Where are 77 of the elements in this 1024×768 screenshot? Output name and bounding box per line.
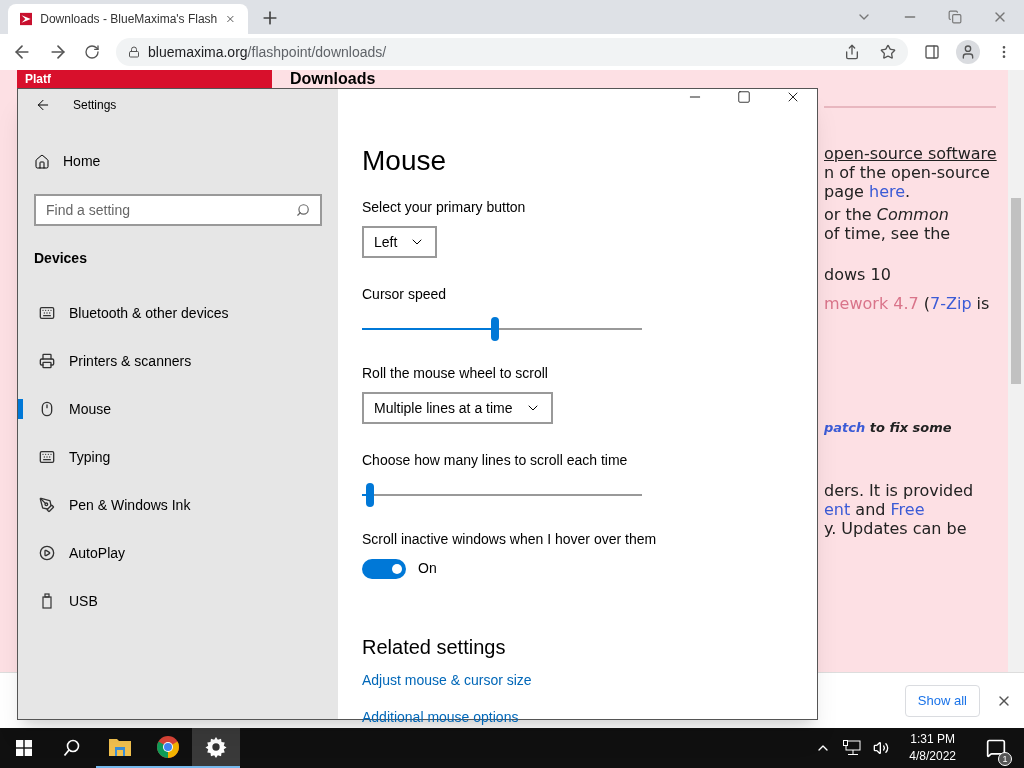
- page-sidebar-header: Platf: [17, 70, 272, 88]
- nav-item[interactable]: USB: [18, 591, 338, 611]
- slider-thumb[interactable]: [491, 317, 499, 341]
- page-text: of time, see the: [824, 224, 952, 243]
- setting-label: Choose how many lines to scroll each time: [362, 451, 629, 470]
- maximize-icon[interactable]: [737, 90, 751, 104]
- slider[interactable]: [362, 317, 642, 341]
- search-icon: [63, 739, 81, 757]
- section-title: Related settings: [362, 635, 507, 660]
- notification-badge: 1: [998, 752, 1012, 766]
- clock[interactable]: 1:31 PM 4/8/2022: [901, 731, 964, 765]
- profile-avatar[interactable]: [956, 40, 980, 64]
- usb-drive-icon: [42, 593, 52, 609]
- notification-icon[interactable]: [986, 738, 1006, 758]
- keyboard-icon: [39, 305, 55, 321]
- link[interactable]: Adjust mouse & cursor size: [362, 672, 817, 688]
- page-title: Mouse: [362, 144, 448, 178]
- address-bar[interactable]: bluemaxima.org/flashpoint/downloads/: [116, 38, 908, 66]
- nav-item[interactable]: AutoPlay: [18, 543, 338, 563]
- section-heading: Devices: [33, 249, 88, 268]
- back-icon[interactable]: [35, 97, 51, 113]
- page-text: patch to fix some: [824, 419, 953, 437]
- slider[interactable]: [362, 483, 642, 507]
- home-icon: [34, 153, 50, 170]
- nav-item[interactable]: Bluetooth & other devices: [18, 303, 338, 323]
- mouse-icon: [39, 401, 55, 417]
- url-text: bluemaxima.org/flashpoint/downloads/: [148, 42, 387, 62]
- printer-icon: [39, 353, 55, 369]
- window-title: Settings: [73, 97, 117, 114]
- restore-icon[interactable]: [948, 10, 962, 24]
- play-icon: [39, 545, 55, 561]
- setting-label: Roll the mouse wheel to scroll: [362, 364, 549, 383]
- page-text: y. Updates can be: [824, 519, 968, 538]
- toggle-switch[interactable]: [362, 558, 406, 579]
- dropdown[interactable]: Left: [362, 226, 438, 258]
- page-text: n of the open-source: [824, 163, 991, 182]
- taskbar-app[interactable]: [192, 728, 240, 768]
- flashpoint-logo-icon: [20, 11, 33, 27]
- chrome-icon: [156, 735, 180, 759]
- page-text: or the Common: [824, 205, 950, 224]
- reload-icon[interactable]: [84, 44, 100, 60]
- nav-item[interactable]: Printers & scanners: [18, 351, 338, 371]
- toggle-state: On: [418, 559, 437, 578]
- search-icon: [296, 203, 310, 217]
- speaker-icon[interactable]: [873, 740, 890, 756]
- page-text: dows 10: [824, 265, 892, 284]
- setting-label: Cursor speed: [362, 285, 448, 304]
- pen-icon: [39, 497, 55, 513]
- search-field[interactable]: Find a setting: [34, 194, 322, 226]
- lock-icon: [128, 46, 140, 58]
- page-text: open-source software: [824, 144, 996, 163]
- nav-item[interactable]: Typing: [18, 447, 338, 467]
- tab-title: Downloads - BlueMaxima's Flash: [40, 11, 218, 28]
- side-panel-icon[interactable]: [924, 44, 940, 60]
- dropdown[interactable]: Multiple lines at a time: [362, 392, 553, 424]
- nav-home[interactable]: Home: [18, 151, 338, 172]
- keyboard-icon: [39, 449, 55, 465]
- page-text: ent and Free: [824, 500, 926, 519]
- search-input[interactable]: Find a setting: [46, 199, 296, 221]
- page-text: ders. It is provided: [824, 481, 975, 500]
- show-all-button[interactable]: Show all: [904, 684, 980, 717]
- share-icon[interactable]: [844, 44, 860, 60]
- slider-thumb[interactable]: [366, 483, 375, 507]
- gear-icon: [205, 736, 227, 758]
- page-text: mework 4.7 (7-Zip is: [824, 294, 991, 313]
- setting-label: Scroll inactive windows when I hover over them: [362, 530, 658, 549]
- network-icon[interactable]: [843, 740, 862, 756]
- nav-item[interactable]: Pen & Windows Ink: [18, 495, 338, 515]
- windows-start-icon[interactable]: [16, 740, 32, 756]
- page-text: page here.: [824, 182, 912, 201]
- setting-label: Select your primary button: [362, 198, 527, 217]
- folder-icon: [108, 737, 132, 757]
- browser-tab[interactable]: Downloads - BlueMaxima's Flash: [8, 4, 248, 34]
- page-heading: Downloads: [290, 70, 376, 88]
- nav-item[interactable]: Mouse: [18, 399, 338, 419]
- page-scrollbar[interactable]: [1008, 70, 1024, 672]
- bookmark-star-icon[interactable]: [880, 44, 896, 60]
